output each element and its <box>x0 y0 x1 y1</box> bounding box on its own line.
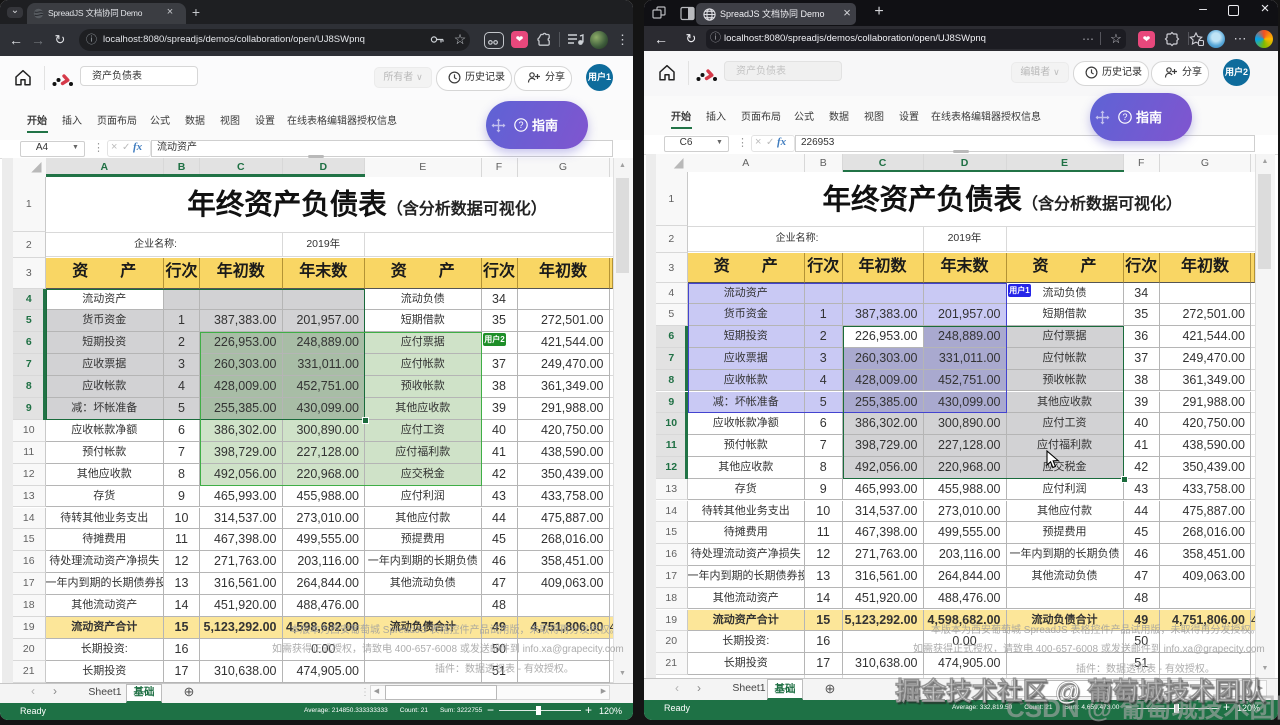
svg-text:?: ? <box>518 120 523 130</box>
svg-text:?: ? <box>1122 112 1127 122</box>
